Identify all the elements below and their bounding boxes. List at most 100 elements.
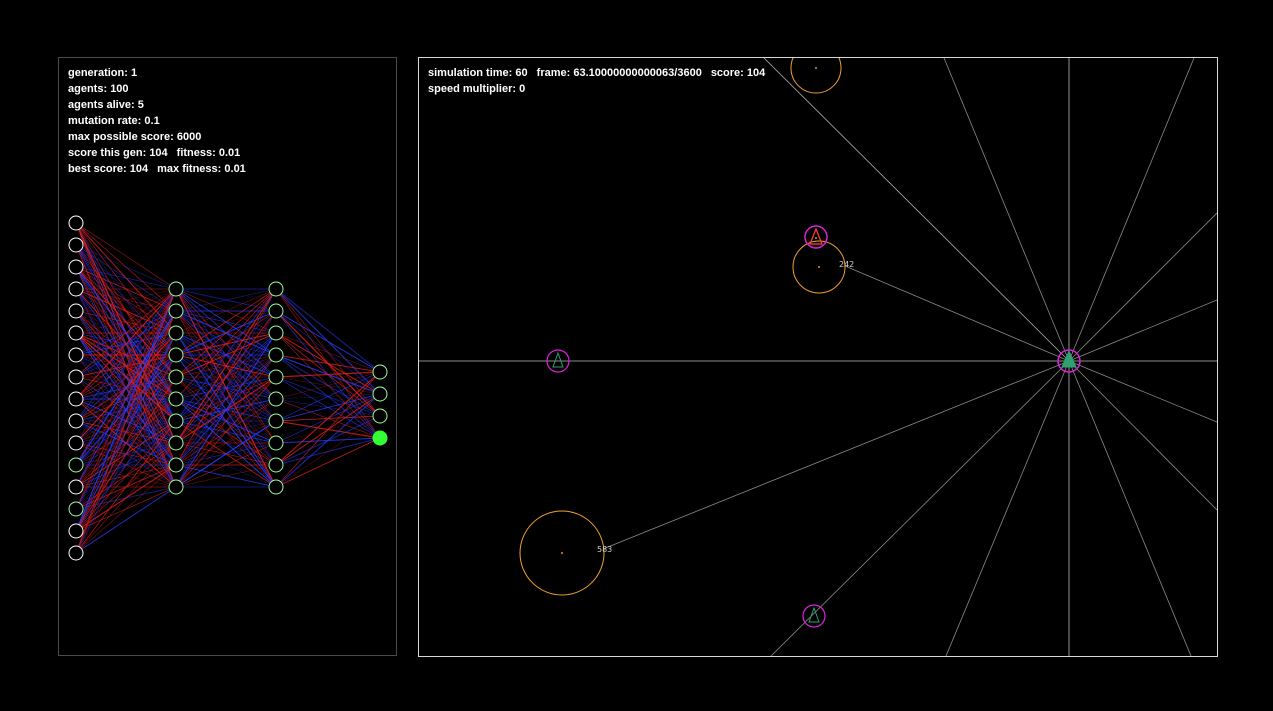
output-node [372, 386, 388, 402]
hidden-node [268, 303, 284, 319]
input-node [68, 259, 84, 275]
output-node [372, 408, 388, 424]
food-center [815, 67, 817, 69]
hidden-node [168, 457, 184, 473]
simulation-time-value: 60 [515, 67, 528, 79]
food-item: 583 [519, 510, 612, 596]
frame-label: frame: [536, 67, 571, 79]
input-node [68, 501, 84, 517]
max-fitness-label: max fitness: [157, 163, 222, 175]
sensor-ray [763, 58, 1070, 362]
mutation-rate-label: mutation rate: [68, 115, 142, 127]
sensor-ray [1068, 299, 1217, 362]
network-connection [275, 393, 381, 488]
hidden-node [168, 435, 184, 451]
network-connections [75, 222, 381, 554]
input-node [68, 237, 84, 253]
network-connection [275, 437, 381, 488]
max-possible-score-value: 6000 [176, 131, 202, 143]
hidden-node [168, 479, 184, 495]
output-node [372, 430, 388, 446]
generation-stats: generation: 1 agents: 100 agents alive: … [68, 65, 246, 177]
max-possible-score-label: max possible score: [68, 131, 174, 143]
hidden-node [268, 281, 284, 297]
food-item [790, 58, 842, 94]
input-node [68, 347, 84, 363]
hidden-node [168, 347, 184, 363]
network-panel: generation: 1 agents: 100 agents alive: … [58, 57, 397, 656]
food-center [561, 552, 563, 554]
best-score-label: best score: [68, 163, 127, 175]
hidden-node [168, 303, 184, 319]
sensor-ray [1068, 360, 1217, 511]
hidden-node [268, 457, 284, 473]
hidden-node [168, 391, 184, 407]
sensor-rays [419, 58, 1217, 656]
food-item: 242 [792, 240, 854, 294]
input-node [68, 303, 84, 319]
hidden-node [168, 281, 184, 297]
sensor-ray [945, 360, 1070, 656]
output-node [372, 364, 388, 380]
input-node [68, 545, 84, 561]
speed-multiplier-label: speed multiplier: [428, 83, 517, 95]
frame-value: 63.10000000000063/3600 [573, 67, 702, 79]
sensor-ray [1068, 360, 1192, 656]
hidden-node [268, 369, 284, 385]
input-node [68, 325, 84, 341]
generation-label: generation: [68, 67, 128, 79]
agent-marker [804, 225, 828, 249]
food-distance-label: 242 [839, 260, 854, 269]
sensor-ray [1068, 212, 1217, 362]
food-distance-label: 583 [597, 545, 612, 554]
food-center [818, 266, 820, 268]
input-node [68, 523, 84, 539]
network-connection [275, 332, 381, 373]
max-fitness-value: 0.01 [224, 163, 246, 175]
food-circle [790, 58, 842, 94]
hidden-node [168, 325, 184, 341]
mutation-rate-value: 0.1 [144, 115, 160, 127]
hidden-node [268, 479, 284, 495]
network-connection [75, 464, 177, 554]
best-score-value: 104 [129, 163, 149, 175]
simulation-world: 242 583 [419, 58, 1217, 656]
input-node [68, 391, 84, 407]
simulation-panel: 242 583 simulation time: 60 frame: 63.100… [418, 57, 1218, 657]
fitness-label: fitness: [176, 147, 216, 159]
hidden-node [268, 435, 284, 451]
agent-center [815, 237, 817, 239]
simulation-stats: simulation time: 60 frame: 63.10000000000… [428, 65, 765, 97]
agents-alive-value: 5 [137, 99, 144, 111]
hidden-node [268, 413, 284, 429]
fitness-value: 0.01 [218, 147, 241, 159]
agent-marker [802, 604, 826, 628]
network-connection [275, 354, 381, 373]
score-this-gen-label: score this gen: [68, 147, 147, 159]
input-node [68, 479, 84, 495]
input-node [68, 457, 84, 473]
sensor-ray [602, 360, 1070, 550]
agents-label: agents: [68, 83, 108, 95]
score-label: score: [710, 67, 744, 79]
agents-value: 100 [110, 83, 129, 95]
hidden-node [168, 413, 184, 429]
hidden-node [268, 391, 284, 407]
input-node [68, 369, 84, 385]
sensor-ray [1068, 58, 1195, 362]
input-node [68, 413, 84, 429]
generation-value: 1 [130, 67, 138, 79]
score-value: 104 [746, 67, 766, 79]
simulation-time-label: simulation time: [428, 67, 513, 79]
hidden-node [168, 369, 184, 385]
speed-multiplier-value: 0 [519, 83, 526, 95]
agents-alive-label: agents alive: [68, 99, 135, 111]
input-node [68, 435, 84, 451]
agent-triangle [552, 351, 564, 368]
network-connection [275, 371, 381, 488]
score-this-gen-value: 104 [149, 147, 168, 159]
hidden-node [268, 325, 284, 341]
hidden-node [268, 347, 284, 363]
sensor-ray [1068, 360, 1217, 423]
input-node [68, 215, 84, 231]
